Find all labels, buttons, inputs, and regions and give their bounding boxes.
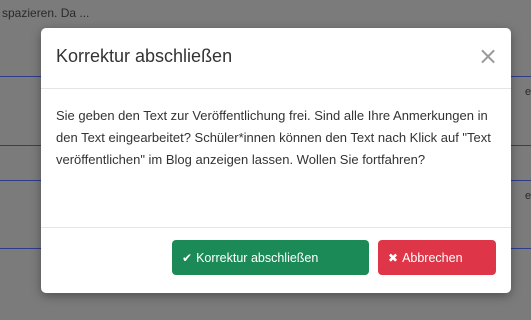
x-icon: ✖ <box>388 250 399 265</box>
close-button[interactable]: × <box>478 44 498 68</box>
cancel-button[interactable]: ✖ Abbrechen <box>378 240 496 275</box>
dialog-header: Korrektur abschließen × <box>41 28 511 89</box>
background-text: spazieren. Da ... <box>2 6 90 20</box>
dialog-body: Sie geben den Text zur Veröffentlichung … <box>41 89 511 228</box>
check-icon: ✔ <box>182 250 193 265</box>
confirm-correction-button[interactable]: ✔ Korrektur abschließen <box>172 240 369 275</box>
confirm-dialog: Korrektur abschließen × Sie geben den Te… <box>41 28 511 293</box>
dialog-message: Sie geben den Text zur Veröffentlichung … <box>56 108 491 167</box>
dialog-title: Korrektur abschließen <box>56 46 233 66</box>
close-icon: × <box>478 42 499 70</box>
background-edge-text: en <box>525 190 531 202</box>
confirm-button-label: Korrektur abschließen <box>196 250 319 265</box>
cancel-button-label: Abbrechen <box>402 250 463 265</box>
background-edge-text: en <box>525 86 531 98</box>
